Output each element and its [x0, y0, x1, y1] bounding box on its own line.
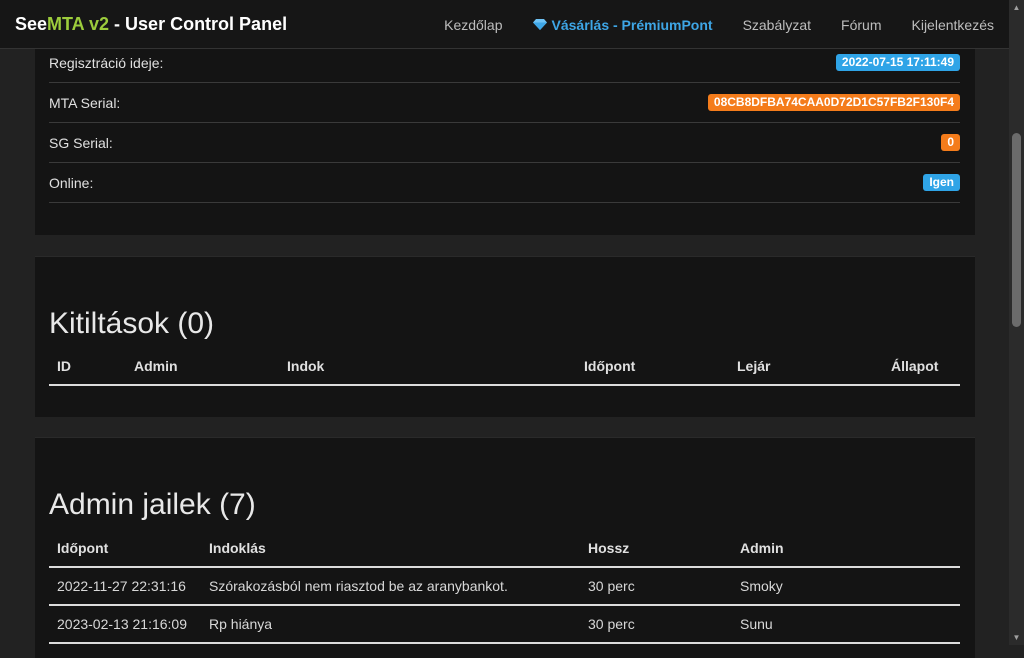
brand-title[interactable]: SeeMTA v2 - User Control Panel	[15, 14, 287, 35]
info-row-sg-serial: SG Serial: 0	[49, 123, 960, 163]
registration-date-badge: 2022-07-15 17:11:49	[835, 54, 960, 71]
nav-item-premium-label: Vásárlás - PrémiumPont	[551, 16, 713, 33]
page-scrollbar[interactable]: ▲ ▼	[1009, 0, 1024, 645]
bans-col-status: Állapot	[891, 358, 939, 374]
nav-item-logout[interactable]: Kijelentkezés	[897, 17, 1010, 33]
sg-serial-badge: 0	[941, 134, 960, 151]
registration-label: Regisztráció ideje:	[49, 54, 164, 71]
jail-time-cell: 2022-11-27 22:31:16	[57, 578, 186, 594]
jail-reason-cell: Szórakozásból nem riasztod be az aranyba…	[209, 578, 508, 594]
mta-serial-label: MTA Serial:	[49, 94, 121, 111]
jails-title: Admin jailek (7)	[49, 488, 256, 521]
online-label: Online:	[49, 174, 94, 191]
jails-col-admin: Admin	[740, 540, 784, 556]
jails-col-time: Időpont	[57, 540, 109, 556]
scroll-up-arrow-icon[interactable]: ▲	[1009, 0, 1024, 15]
top-navbar: SeeMTA v2 - User Control Panel Kezdőlap …	[0, 0, 1009, 49]
jail-admin-cell: Sunu	[740, 616, 773, 632]
bans-title: Kitiltások (0)	[49, 307, 215, 340]
diamond-icon	[532, 19, 547, 30]
jail-length-cell: 30 perc	[588, 578, 635, 594]
jails-table-header: Időpont Indoklás Hossz Admin	[49, 530, 960, 568]
nav-menu: Kezdőlap Vásárlás - PrémiumPont Szabályz…	[429, 0, 1009, 49]
info-row-registration: Regisztráció ideje: 2022-07-15 17:11:49	[49, 43, 960, 83]
mta-serial-badge: 08CB8DFBA74CAA0D72D1C57FB2F130F4	[707, 94, 960, 111]
table-row: 2022-11-27 22:31:16 Szórakozásból nem ri…	[49, 568, 960, 606]
bans-col-expires: Lejár	[737, 358, 771, 374]
profile-info-panel: Regisztráció ideje: 2022-07-15 17:11:49 …	[35, 49, 975, 235]
bans-col-time: Időpont	[584, 358, 636, 374]
brand-mta: MTA v2	[47, 13, 110, 34]
jails-col-reason: Indoklás	[209, 540, 266, 556]
nav-item-forum[interactable]: Fórum	[826, 17, 896, 33]
bans-col-id: ID	[57, 358, 71, 374]
nav-item-home[interactable]: Kezdőlap	[429, 17, 517, 33]
bans-col-admin: Admin	[134, 358, 178, 374]
bans-col-reason: Indok	[287, 358, 325, 374]
jails-panel: Admin jailek (7) Időpont Indoklás Hossz …	[35, 437, 975, 658]
bans-table-header: ID Admin Indok Időpont Lejár Állapot	[49, 348, 960, 386]
scroll-down-arrow-icon[interactable]: ▼	[1009, 630, 1024, 645]
sg-serial-label: SG Serial:	[49, 134, 113, 151]
scroll-thumb[interactable]	[1012, 133, 1021, 327]
jail-reason-cell: Rp hiánya	[209, 616, 273, 632]
table-row: 2023-02-13 21:16:09 Rp hiánya 30 perc Su…	[49, 606, 960, 644]
online-status-badge: Igen	[923, 174, 960, 191]
info-row-online: Online: Igen	[49, 163, 960, 203]
nav-item-premium-shop[interactable]: Vásárlás - PrémiumPont	[518, 17, 728, 33]
jail-admin-cell: Smoky	[740, 578, 783, 594]
jail-length-cell: 30 perc	[588, 616, 635, 632]
jails-col-length: Hossz	[588, 540, 630, 556]
brand-subtitle: - User Control Panel	[109, 13, 288, 34]
bans-panel: Kitiltások (0) ID Admin Indok Időpont Le…	[35, 256, 975, 417]
info-row-mta-serial: MTA Serial: 08CB8DFBA74CAA0D72D1C57FB2F1…	[49, 83, 960, 123]
brand-see: See	[15, 13, 48, 34]
jail-time-cell: 2023-02-13 21:16:09	[57, 616, 187, 632]
nav-item-rules[interactable]: Szabályzat	[728, 17, 826, 33]
